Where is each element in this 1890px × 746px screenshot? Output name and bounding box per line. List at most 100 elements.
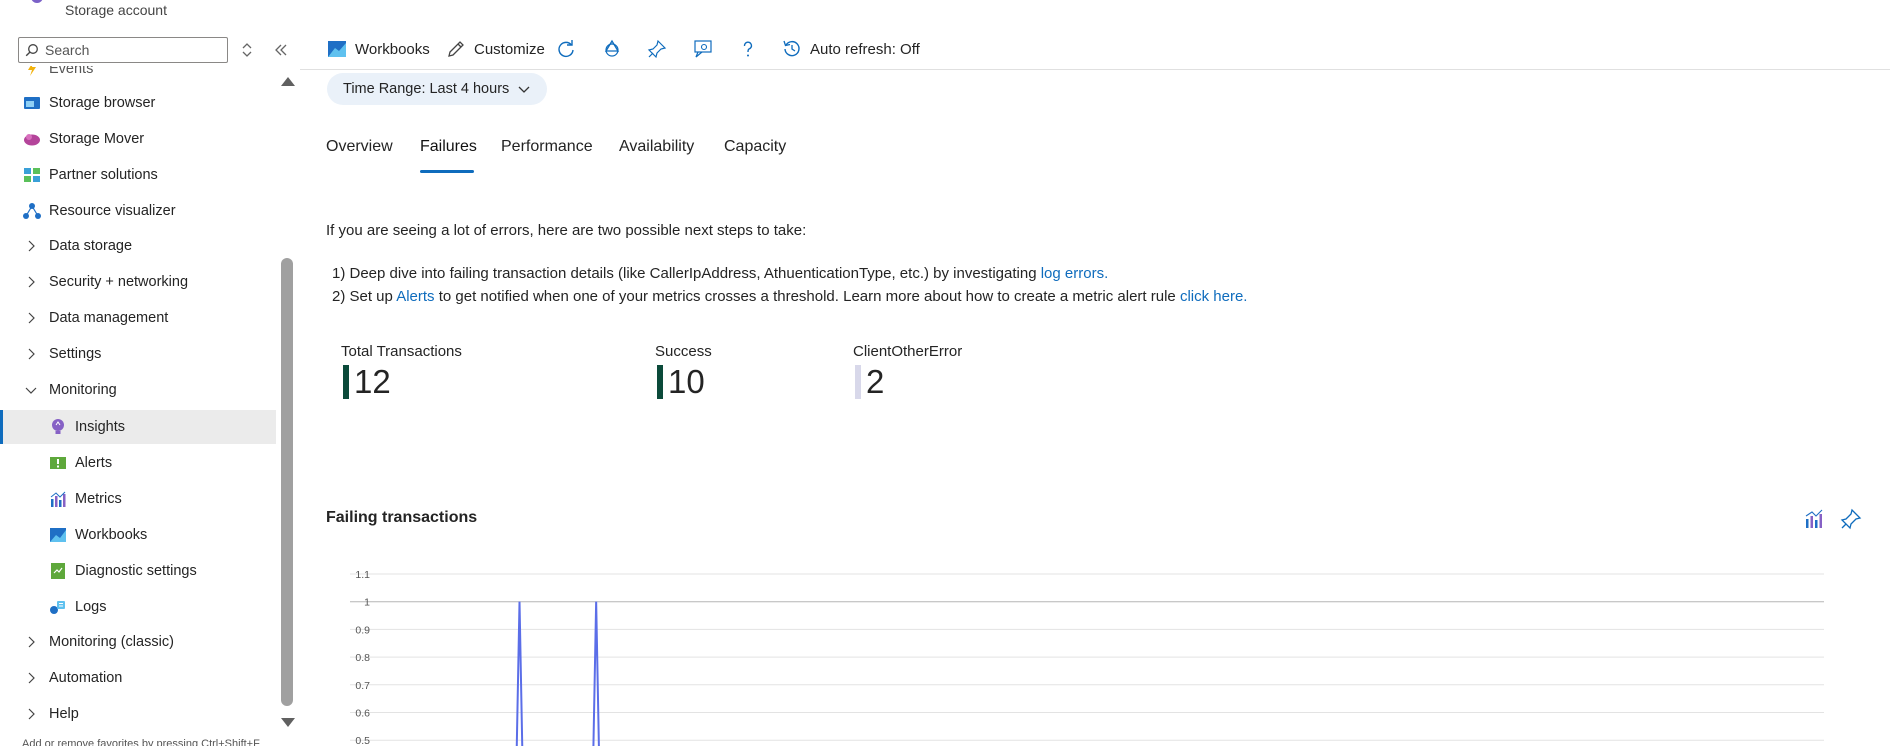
refresh-icon [558, 40, 574, 58]
sidebar-item-label: Events [49, 66, 94, 77]
chevron-right-icon [28, 708, 35, 720]
tab-capacity[interactable]: Capacity [724, 138, 786, 156]
tile-client-other-error[interactable]: ClientOtherError 2 [853, 343, 962, 399]
tab-performance[interactable]: Performance [501, 138, 593, 156]
sidebar-item-resource-visualizer[interactable]: Resource visualizer [0, 194, 276, 228]
search-box[interactable] [18, 37, 228, 63]
workbooks-icon [49, 526, 67, 544]
workbooks-icon [328, 41, 346, 57]
pin-chart-icon[interactable] [1840, 508, 1862, 530]
y-tick-label: 0.8 [355, 652, 370, 664]
time-range-dropdown[interactable]: Time Range: Last 4 hours [327, 73, 548, 105]
sidebar-group-monitoring[interactable]: Monitoring [0, 373, 276, 407]
pencil-icon [448, 41, 464, 57]
tile-value: 2 [866, 363, 885, 400]
metric-alert-help-link[interactable]: click here. [1180, 288, 1248, 305]
y-tick-label: 0.5 [355, 735, 370, 746]
feedback-button[interactable] [602, 36, 622, 62]
tile-value: 12 [354, 363, 391, 400]
customize-button[interactable]: Customize [446, 36, 545, 62]
resource-visualizer-icon [23, 202, 41, 220]
favorites-hint: Add or remove favorites by pressing Ctrl… [22, 738, 260, 746]
chart-title: Failing transactions [326, 509, 478, 526]
sidebar-group-data-storage[interactable]: Data storage [0, 229, 276, 263]
sidebar-item-logs[interactable]: Logs [0, 590, 276, 624]
sidebar-item-insights[interactable]: Insights [0, 410, 276, 444]
sidebar-group-data-management[interactable]: Data management [0, 301, 276, 335]
sidebar-item-events[interactable]: Events [0, 66, 276, 86]
alerts-icon [49, 454, 67, 472]
metrics-icon [49, 490, 67, 508]
sidebar-item-alerts[interactable]: Alerts [0, 446, 276, 480]
help-button[interactable] [738, 36, 758, 62]
sidebar-item-partner-solutions[interactable]: Partner solutions [0, 158, 276, 192]
sidebar-group-security-networking[interactable]: Security + networking [0, 265, 276, 299]
y-tick-label: 0.6 [355, 708, 370, 720]
log-errors-link[interactable]: log errors. [1041, 265, 1109, 282]
tab-failures[interactable]: Failures [420, 138, 477, 156]
sidebar-item-label: Settings [49, 346, 102, 362]
workbooks-button[interactable]: Workbooks [327, 36, 430, 62]
tile-color-bar [657, 365, 663, 399]
community-button[interactable] [693, 36, 713, 62]
sidebar-group-monitoring-classic[interactable]: Monitoring (classic) [0, 625, 276, 659]
sidebar-item-metrics[interactable]: Metrics [0, 482, 276, 516]
sidebar: Events Storage browser Storage Mover Par… [0, 0, 300, 746]
failures-intro-text: If you are seeing a lot of errors, here … [326, 222, 807, 239]
chevron-right-icon [28, 672, 35, 684]
sidebar-item-storage-mover[interactable]: Storage Mover [0, 122, 276, 156]
tile-success[interactable]: Success 10 [655, 343, 712, 399]
command-bar: Workbooks Customize Auto refresh: Off [300, 28, 1890, 70]
sidebar-item-label: Monitoring [49, 382, 117, 398]
tab-overview[interactable]: Overview [326, 138, 393, 156]
auto-refresh-button[interactable]: Auto refresh: Off [782, 36, 920, 62]
sidebar-item-label: Logs [75, 599, 107, 615]
y-tick-label: 0.9 [355, 624, 370, 636]
sidebar-group-automation[interactable]: Automation [0, 661, 276, 695]
sidebar-item-diagnostic-settings[interactable]: Diagnostic settings [0, 554, 276, 588]
sidebar-item-label: Metrics [75, 491, 122, 507]
sidebar-item-label: Resource visualizer [49, 203, 176, 219]
alerts-link[interactable]: Alerts [396, 288, 434, 305]
sidebar-group-settings[interactable]: Settings [0, 337, 276, 371]
search-input[interactable] [45, 42, 215, 58]
sidebar-nav: Events Storage browser Storage Mover Par… [0, 66, 276, 746]
open-in-metrics-icon[interactable] [1803, 508, 1825, 530]
diagnostic-settings-icon [49, 562, 67, 580]
sidebar-item-label: Data storage [49, 238, 133, 254]
insights-icon [49, 418, 67, 436]
sidebar-item-label: Workbooks [75, 527, 148, 543]
chevron-right-icon [28, 636, 35, 648]
sidebar-item-label: Storage Mover [49, 131, 145, 147]
y-tick-label: 1 [364, 597, 370, 609]
chevron-right-icon [28, 348, 35, 360]
chevron-down-icon [518, 86, 530, 93]
chevron-right-icon [28, 276, 35, 288]
search-icon [25, 44, 38, 57]
step-two-text: 2) Set up Alerts to get notified when on… [332, 288, 1248, 305]
sidebar-item-workbooks[interactable]: Workbooks [0, 518, 276, 552]
events-icon [23, 66, 41, 78]
sort-icon[interactable] [239, 41, 255, 59]
sidebar-item-label: Diagnostic settings [75, 563, 197, 579]
tile-total-transactions[interactable]: Total Transactions 12 [341, 343, 462, 399]
recycle-icon [604, 39, 620, 57]
time-range-key: Time Range: [343, 81, 426, 97]
sidebar-group-help[interactable]: Help [0, 697, 276, 731]
series-spike [515, 601, 524, 746]
time-range-value: Last 4 hours [429, 81, 510, 97]
tab-availability[interactable]: Availability [619, 138, 694, 156]
active-tab-indicator [420, 170, 474, 173]
tile-value: 10 [668, 363, 705, 400]
sidebar-item-label: Monitoring (classic) [49, 634, 174, 650]
scrollbar-thumb[interactable] [281, 258, 293, 706]
pin-button[interactable] [647, 36, 667, 62]
collapse-sidebar-icon[interactable] [272, 41, 290, 59]
scroll-up-arrow[interactable] [281, 77, 295, 86]
refresh-button[interactable] [556, 36, 576, 62]
sidebar-item-storage-browser[interactable]: Storage browser [0, 86, 276, 120]
people-comment-icon [694, 40, 712, 58]
question-icon [743, 41, 753, 57]
scroll-down-arrow[interactable] [281, 718, 295, 727]
chevron-down-icon [25, 387, 37, 394]
